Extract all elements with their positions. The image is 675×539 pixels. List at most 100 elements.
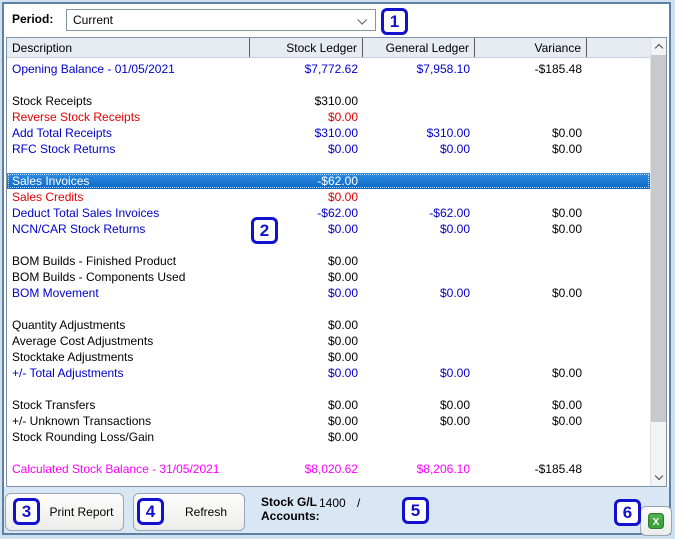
column-header-variance[interactable]: Variance xyxy=(475,38,587,57)
table-row[interactable]: Stock Rounding Loss/Gain $0.00 xyxy=(7,429,650,445)
cell-description: Add Total Receipts xyxy=(12,126,112,140)
table-row[interactable]: Stocktake Adjustments $0.00 xyxy=(7,349,650,365)
cell-description: BOM Builds - Finished Product xyxy=(12,254,177,268)
column-header-stock-ledger[interactable]: Stock Ledger xyxy=(250,38,363,57)
cell-filler xyxy=(587,461,650,477)
vertical-scrollbar[interactable] xyxy=(650,38,666,486)
cell-description: Stock Rounding Loss/Gain xyxy=(12,430,155,444)
table-row[interactable]: +/- Total Adjustments $0.00 $0.00 $0.00 xyxy=(7,365,650,381)
cell-general-ledger xyxy=(363,301,475,317)
cell-filler xyxy=(587,189,650,205)
stock-gl-accounts-label: Stock G/L Accounts: xyxy=(261,495,320,523)
cell-filler xyxy=(587,141,650,157)
cell-stock-ledger: $0.00 xyxy=(327,110,358,124)
stock-gl-separator: / xyxy=(357,496,361,510)
column-header-general-ledger[interactable]: General Ledger xyxy=(363,38,475,57)
table-row[interactable]: +/- Unknown Transactions $0.00 $0.00 $0.00 xyxy=(7,413,650,429)
table-row[interactable]: BOM Builds - Components Used $0.00 xyxy=(7,269,650,285)
annotation-badge-3: 3 xyxy=(13,498,40,525)
cell-description: Calculated Stock Balance - 31/05/2021 xyxy=(12,462,220,476)
table-row[interactable]: Calculated Stock Balance - 31/05/2021 $8,… xyxy=(7,461,650,477)
cell-variance xyxy=(475,429,587,445)
cell-general-ledger xyxy=(363,269,475,285)
scroll-up-button[interactable] xyxy=(651,38,666,55)
table-row[interactable]: Quantity Adjustments $0.00 xyxy=(7,317,650,333)
table-row[interactable]: BOM Builds - Finished Product $0.00 xyxy=(7,253,650,269)
cell-filler xyxy=(587,109,650,125)
svg-text:X: X xyxy=(653,517,660,528)
cell-stock-ledger: $0.00 xyxy=(327,270,358,284)
period-dropdown[interactable]: Current xyxy=(66,9,376,31)
cell-variance xyxy=(475,109,587,125)
cell-filler xyxy=(587,413,650,429)
cell-general-ledger xyxy=(363,109,475,125)
cell-stock-ledger xyxy=(250,77,363,93)
table-row[interactable]: Average Cost Adjustments $0.00 xyxy=(7,333,650,349)
annotation-badge-2: 2 xyxy=(251,217,278,244)
column-header-description[interactable]: Description xyxy=(7,38,250,57)
cell-filler xyxy=(587,333,650,349)
table-row[interactable]: RFC Stock Returns $0.00 $0.00 $0.00 xyxy=(7,141,650,157)
cell-variance xyxy=(475,301,587,317)
table-row[interactable]: Add Total Receipts $310.00 $310.00 $0.00 xyxy=(7,125,650,141)
chevron-up-icon xyxy=(654,43,663,53)
cell-filler xyxy=(587,205,650,221)
cell-filler xyxy=(587,301,650,317)
cell-variance: $0.00 xyxy=(551,286,582,300)
table-row[interactable]: BOM Movement $0.00 $0.00 $0.00 xyxy=(7,285,650,301)
cell-general-ledger xyxy=(363,317,475,333)
cell-variance xyxy=(475,157,587,173)
table-row[interactable]: Sales Invoices -$62.00 xyxy=(7,173,650,189)
cell-description xyxy=(7,77,250,93)
cell-stock-ledger: $0.00 xyxy=(327,334,358,348)
cell-stock-ledger xyxy=(250,301,363,317)
cell-filler xyxy=(587,77,650,93)
table-row[interactable]: Stock Transfers $0.00 $0.00 $0.00 xyxy=(7,397,650,413)
table-row[interactable]: Reverse Stock Receipts $0.00 xyxy=(7,109,650,125)
cell-general-ledger xyxy=(363,429,475,445)
cell-description: RFC Stock Returns xyxy=(12,142,116,156)
cell-variance: $0.00 xyxy=(551,414,582,428)
cell-general-ledger xyxy=(363,189,475,205)
cell-variance xyxy=(475,381,587,397)
scrollbar-track[interactable] xyxy=(651,422,666,469)
cell-stock-ledger xyxy=(250,157,363,173)
cell-stock-ledger: $310.00 xyxy=(314,126,358,140)
cell-description: Sales Credits xyxy=(12,190,84,204)
cell-general-ledger: $310.00 xyxy=(426,126,470,140)
cell-general-ledger: $0.00 xyxy=(439,222,470,236)
cell-variance xyxy=(475,269,587,285)
table-row-blank xyxy=(7,301,650,317)
cell-description xyxy=(7,445,250,461)
scroll-down-button[interactable] xyxy=(651,469,666,486)
chevron-down-icon xyxy=(654,471,663,481)
cell-description: Stock Transfers xyxy=(12,398,96,412)
cell-variance: $0.00 xyxy=(551,366,582,380)
chevron-down-icon xyxy=(357,14,368,25)
cell-general-ledger xyxy=(363,333,475,349)
cell-description: Stock Receipts xyxy=(12,94,93,108)
cell-variance xyxy=(475,77,587,93)
cell-filler xyxy=(587,237,650,253)
cell-general-ledger: $0.00 xyxy=(439,142,470,156)
screen: Period: Current Description Stock Ledger… xyxy=(0,0,675,539)
cell-general-ledger xyxy=(363,77,475,93)
export-to-excel-button[interactable]: X xyxy=(640,506,672,536)
cell-variance xyxy=(475,173,587,189)
cell-filler xyxy=(587,445,650,461)
table-content: Description Stock Ledger General Ledger … xyxy=(7,38,650,486)
table-row[interactable]: Stock Receipts $310.00 xyxy=(7,93,650,109)
cell-filler xyxy=(587,173,650,189)
cell-general-ledger: $0.00 xyxy=(439,398,470,412)
table-row[interactable]: Deduct Total Sales Invoices -$62.00 -$62.0… xyxy=(7,205,650,221)
table-row[interactable]: NCN/CAR Stock Returns $0.00 $0.00 $0.00 xyxy=(7,221,650,237)
reconciliation-table: Description Stock Ledger General Ledger … xyxy=(6,37,667,487)
table-row[interactable]: Sales Credits $0.00 xyxy=(7,189,650,205)
cell-description: Average Cost Adjustments xyxy=(12,334,154,348)
table-row[interactable]: Opening Balance - 01/05/2021 $7,772.62 $7,… xyxy=(7,61,650,77)
stock-reconciliation-window: Period: Current Description Stock Ledger… xyxy=(2,2,672,536)
cell-description xyxy=(7,157,250,173)
cell-general-ledger xyxy=(363,93,475,109)
cell-stock-ledger: $0.00 xyxy=(327,414,358,428)
scrollbar-thumb[interactable] xyxy=(651,55,666,422)
